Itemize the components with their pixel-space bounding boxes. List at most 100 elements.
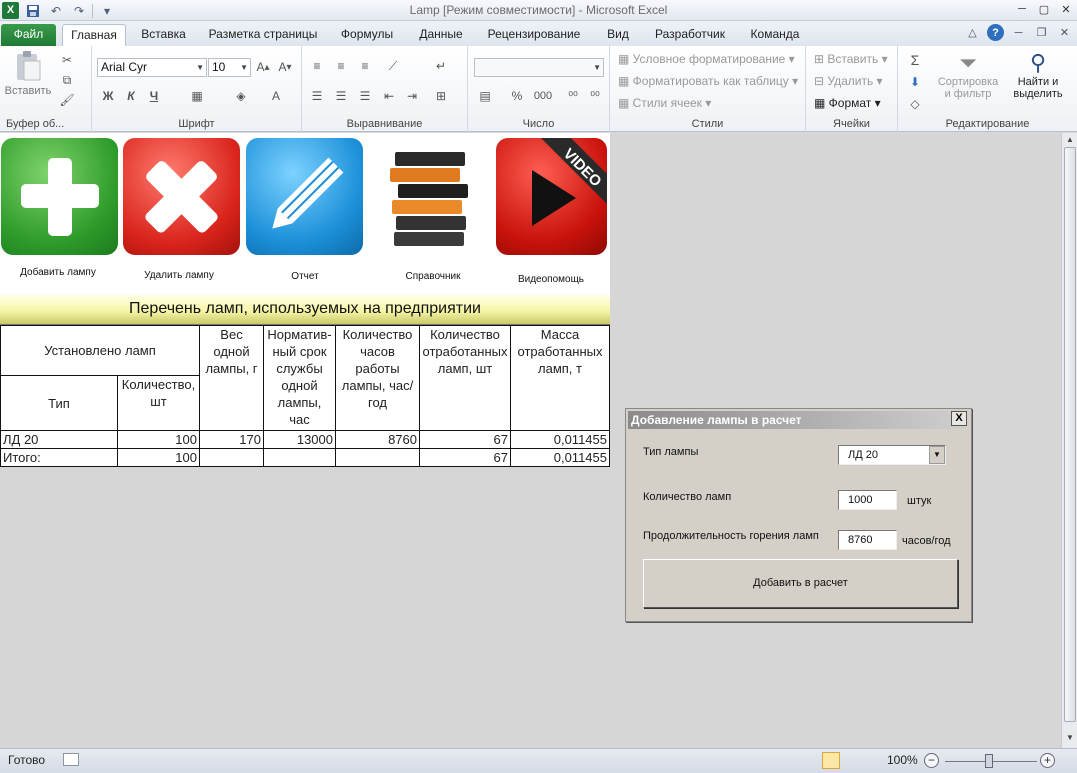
tab-file[interactable]: Файл — [1, 24, 56, 46]
vertical-scrollbar[interactable]: ▲ ▼ — [1061, 133, 1077, 748]
decrease-decimal-icon[interactable]: ⁰⁰ — [586, 88, 604, 104]
grow-font-icon[interactable]: A ▴ — [254, 59, 272, 75]
italic-button[interactable]: К — [122, 88, 140, 104]
video-help-button[interactable]: VIDEO — [496, 138, 607, 255]
merge-center-icon[interactable]: ⊞ — [432, 88, 450, 104]
page-layout-view-icon[interactable] — [842, 752, 860, 769]
tab-view[interactable]: Вид — [598, 24, 638, 46]
currency-icon[interactable]: ▤ — [476, 88, 494, 104]
number-format-combo[interactable]: ▼ — [474, 58, 604, 77]
find-select-button[interactable]: ⚲ Найти и выделить — [1004, 50, 1072, 100]
minimize-icon[interactable]: ─ — [1011, 0, 1033, 18]
clear-icon[interactable]: ◇ — [906, 96, 924, 112]
chevron-down-icon: ▼ — [593, 63, 601, 72]
cell-type[interactable]: Итого: — [0, 448, 118, 467]
cell-spent[interactable]: 67 — [419, 448, 511, 467]
bold-button[interactable]: Ж — [99, 88, 117, 104]
scroll-down-icon[interactable]: ▼ — [1064, 733, 1076, 745]
dialog-close-button[interactable]: X — [951, 411, 967, 426]
tab-team[interactable]: Команда — [744, 24, 806, 46]
increase-indent-icon[interactable]: ⇥ — [403, 88, 421, 104]
align-top-icon[interactable]: ≡ — [308, 58, 326, 74]
align-bottom-icon[interactable]: ≡ — [356, 58, 374, 74]
borders-icon[interactable]: ▦ — [188, 88, 206, 104]
report-button[interactable] — [246, 138, 363, 255]
zoom-out-icon[interactable]: − — [924, 753, 939, 768]
align-right-icon[interactable]: ☰ — [356, 88, 374, 104]
reference-button[interactable] — [370, 138, 487, 255]
percent-button[interactable]: % — [508, 88, 526, 104]
copy-icon[interactable]: ⧉ — [58, 72, 76, 88]
delete-cells-button[interactable]: ⊟ Удалить ▾ — [814, 74, 883, 88]
shrink-font-icon[interactable]: A ▾ — [276, 59, 294, 75]
decrease-indent-icon[interactable]: ⇤ — [380, 88, 398, 104]
page-break-view-icon[interactable] — [862, 752, 880, 769]
insert-cells-button[interactable]: ⊞ Вставить ▾ — [814, 52, 888, 66]
format-painter-icon[interactable]: 🖌 — [58, 92, 76, 108]
orientation-icon[interactable]: ⟋ — [384, 58, 402, 74]
cell-life[interactable] — [263, 448, 336, 467]
cell-qty[interactable]: 100 — [117, 430, 200, 449]
dialog-title: Добавление лампы в расчет — [628, 411, 969, 429]
cell-mass[interactable]: 0,011455 — [510, 430, 610, 449]
tab-review[interactable]: Рецензирование — [481, 24, 587, 46]
add-lamp-button[interactable] — [1, 138, 118, 255]
cell-styles-button[interactable]: ▦ Стили ячеек ▾ — [618, 96, 711, 110]
cut-icon[interactable]: ✂ — [58, 52, 76, 68]
zoom-slider-thumb[interactable] — [985, 754, 993, 768]
scroll-thumb[interactable] — [1064, 147, 1076, 722]
cell-qty[interactable]: 100 — [117, 448, 200, 467]
font-name-combo[interactable]: Arial Cyr ▼ — [97, 58, 207, 77]
cell-weight[interactable]: 170 — [199, 430, 264, 449]
help-icon[interactable]: ? — [987, 24, 1004, 41]
lamp-type-select[interactable]: ЛД 20 ▼ — [838, 445, 946, 465]
align-center-icon[interactable]: ☰ — [332, 88, 350, 104]
autosum-icon[interactable]: Σ — [906, 52, 924, 68]
cell-hours[interactable]: 8760 — [335, 430, 420, 449]
font-size-combo[interactable]: 10 ▼ — [208, 58, 251, 77]
zoom-in-icon[interactable]: + — [1040, 753, 1055, 768]
tab-home[interactable]: Главная — [62, 24, 126, 46]
tab-insert[interactable]: Вставка — [135, 24, 192, 46]
wrap-text-icon[interactable]: ↵ — [432, 58, 450, 74]
chevron-down-icon[interactable]: ▼ — [929, 446, 945, 464]
cell-weight[interactable] — [199, 448, 264, 467]
tab-page-layout[interactable]: Разметка страницы — [204, 24, 322, 46]
ribbon-tabs: Файл Главная Вставка Разметка страницы Ф… — [0, 21, 1077, 46]
paste-button[interactable]: Вставить — [4, 50, 52, 97]
cell-type[interactable]: ЛД 20 — [0, 430, 118, 449]
normal-view-icon[interactable] — [822, 752, 840, 769]
underline-button[interactable]: Ч — [145, 88, 163, 104]
cell-hours[interactable] — [335, 448, 420, 467]
cell-spent[interactable]: 67 — [419, 430, 511, 449]
doc-minimize-icon[interactable]: ─ — [1010, 24, 1027, 41]
maximize-icon[interactable]: ▢ — [1033, 0, 1055, 18]
increase-decimal-icon[interactable]: ⁰⁰ — [564, 88, 582, 104]
format-cells-button[interactable]: ▦ Формат ▾ — [814, 96, 881, 110]
conditional-formatting-button[interactable]: ▦ Условное форматирование ▾ — [618, 52, 795, 66]
scroll-up-icon[interactable]: ▲ — [1064, 135, 1076, 147]
delete-lamp-button[interactable] — [123, 138, 240, 255]
doc-restore-icon[interactable]: ❐ — [1033, 24, 1050, 41]
align-middle-icon[interactable]: ≡ — [332, 58, 350, 74]
thousands-button[interactable]: 000 — [532, 88, 554, 104]
close-window-icon[interactable]: ✕ — [1055, 0, 1077, 18]
fill-icon[interactable]: ⬇ — [906, 74, 924, 90]
font-color-icon[interactable]: A — [267, 88, 285, 104]
align-left-icon[interactable]: ☰ — [308, 88, 326, 104]
tab-data[interactable]: Данные — [410, 24, 472, 46]
add-to-calculation-button[interactable]: Добавить в расчет — [643, 559, 958, 608]
zoom-level[interactable]: 100% — [887, 753, 918, 767]
doc-close-icon[interactable]: ✕ — [1056, 24, 1073, 41]
tab-developer[interactable]: Разработчик — [647, 24, 733, 46]
lamp-qty-input[interactable]: 1000 — [838, 490, 897, 510]
fill-color-icon[interactable]: ◈ — [232, 88, 250, 104]
sort-filter-button[interactable]: ⏷ Сортировка и фильтр — [934, 50, 1002, 100]
cell-mass[interactable]: 0,011455 — [510, 448, 610, 467]
tab-formulas[interactable]: Формулы — [334, 24, 400, 46]
burn-hours-input[interactable]: 8760 — [838, 530, 897, 550]
macro-record-icon[interactable] — [63, 753, 79, 766]
cell-life[interactable]: 13000 — [263, 430, 336, 449]
format-as-table-button[interactable]: ▦ Форматировать как таблицу ▾ — [618, 74, 798, 88]
minimize-ribbon-icon[interactable]: △ — [964, 24, 981, 41]
